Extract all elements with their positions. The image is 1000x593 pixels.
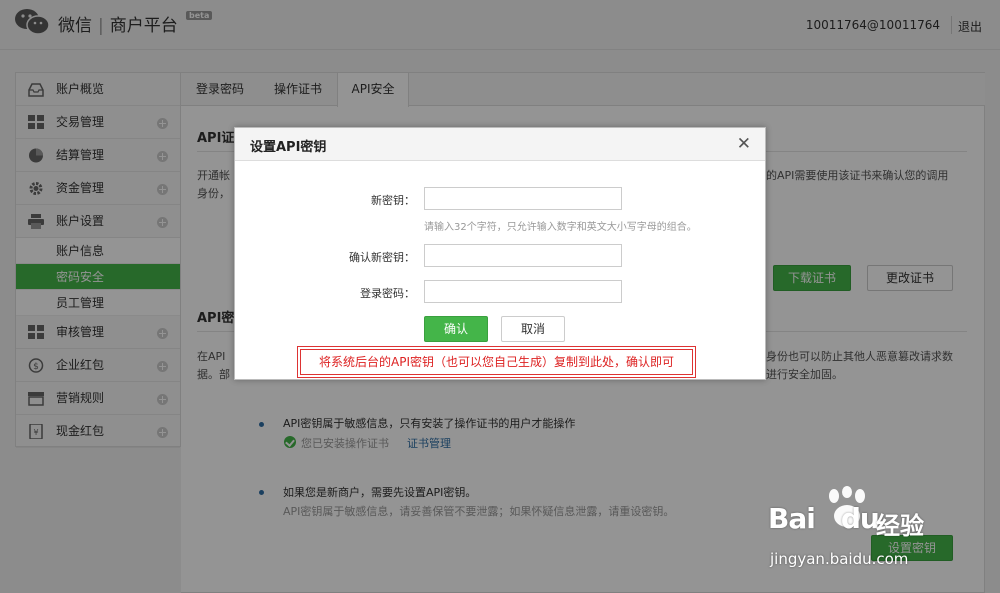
watermark-baidu: Bai du [768, 502, 880, 535]
annotation-text: 将系统后台的API密钥（也可以您自己生成）复制到此处，确认即可 [300, 349, 693, 375]
confirm-key-input[interactable] [424, 244, 622, 267]
close-icon[interactable]: ✕ [737, 134, 751, 154]
baidu-jingyan-watermark: Bai du 经验 jingyan.baidu.com [764, 486, 964, 576]
new-key-label: 新密钥： [371, 194, 415, 207]
dialog-header: 设置API密钥 ✕ [235, 128, 765, 161]
annotation-callout: 将系统后台的API密钥（也可以您自己生成）复制到此处，确认即可 [297, 346, 696, 378]
watermark-baidu-part1: Bai [768, 502, 816, 535]
login-password-input[interactable] [424, 280, 622, 303]
login-password-label: 登录密码： [360, 287, 415, 300]
watermark-url: jingyan.baidu.com [770, 550, 909, 568]
watermark-jingyan: 经验 [876, 512, 924, 540]
confirm-key-label: 确认新密钥： [349, 251, 415, 264]
set-api-key-dialog: 设置API密钥 ✕ 新密钥： 请输入32个字符，只允许输入数字和英文大小写字母的… [234, 127, 766, 380]
cancel-button[interactable]: 取消 [501, 316, 565, 342]
new-key-hint: 请输入32个字符，只允许输入数字和英文大小写字母的组合。 [424, 222, 697, 233]
confirm-button[interactable]: 确认 [424, 316, 488, 342]
new-key-input[interactable] [424, 187, 622, 210]
dialog-title: 设置API密钥 [250, 140, 327, 155]
watermark-baidu-part2: du [840, 502, 880, 535]
